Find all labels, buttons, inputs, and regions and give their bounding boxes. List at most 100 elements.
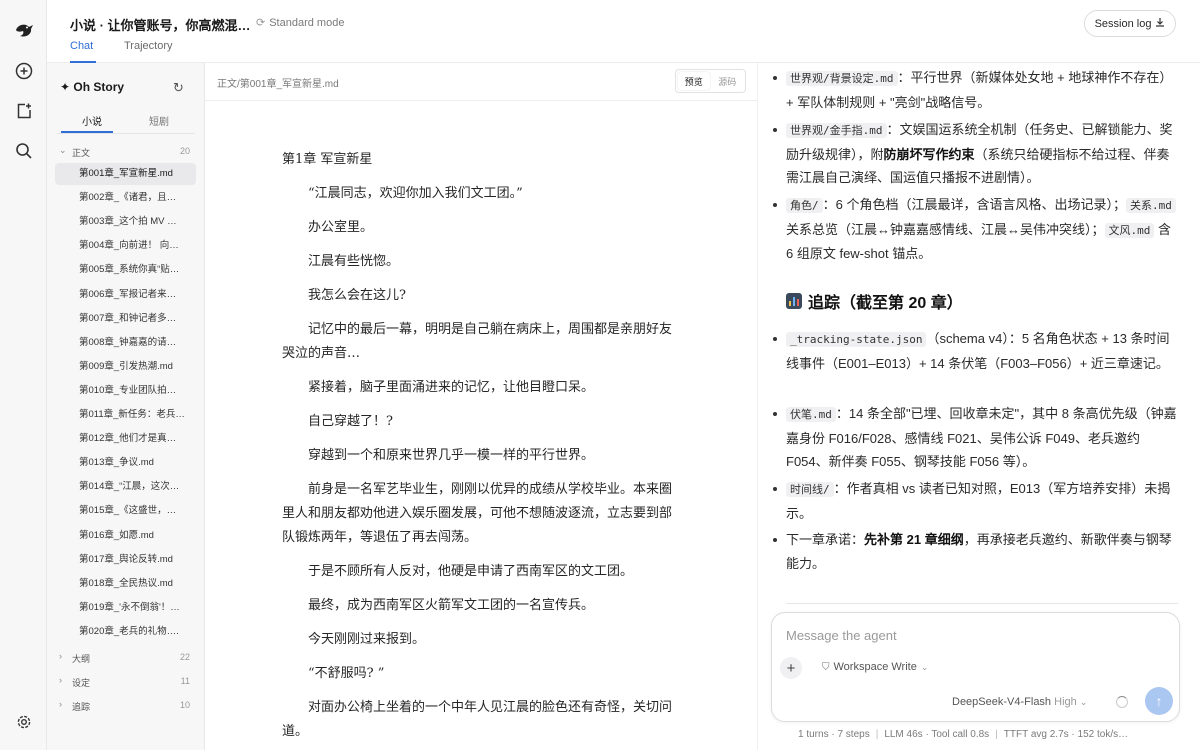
- list-item: 时间线/：作者真相 vs 读者已知对照，E013（军方培养安排）未揭示。: [773, 477, 1178, 525]
- folder-zhuizong[interactable]: › 追踪 10: [57, 697, 195, 715]
- file-item[interactable]: 第016章_如愿.md: [55, 525, 196, 547]
- file-item[interactable]: 第005章_系统你真“贴…: [55, 259, 196, 281]
- folder-name: 正文: [72, 148, 91, 158]
- top-header: 小说 · 让你管账号，你高燃混… ⟳ Standard mode Chat Tr…: [47, 0, 1200, 63]
- list-item: _tracking-state.json （schema v4）：5 名角色状态 …: [773, 327, 1178, 375]
- paragraph: 自己穿越了！?: [308, 414, 393, 429]
- file-item[interactable]: 第012章_他们才是真…: [55, 428, 196, 450]
- inline-code: 世界观/金手指.md: [786, 123, 887, 138]
- chapter-content: 第1章 军宣新星 “江晨同志，欢迎你加入我们文工团。” 办公室里。 江晨有些恍惚。我…: [282, 148, 672, 750]
- list-item: 世界观/背景设定.md ：平行世界（新媒体处女地 + 地球神作不存在）+ 军队体制…: [773, 66, 1178, 114]
- inline-code: 文风.md: [1104, 222, 1155, 238]
- file-item[interactable]: 第007章_和钟记者多…: [55, 308, 196, 330]
- subtab-novel[interactable]: 小说: [82, 113, 102, 128]
- folder-zhengwen[interactable]: ⌄ 正文 20: [57, 143, 195, 161]
- view-mode-toggle: 预览 源码: [675, 69, 746, 93]
- session-log-label: Session log: [1094, 17, 1152, 30]
- paragraph: 办公室里。: [308, 220, 374, 235]
- tab-chat[interactable]: Chat: [70, 40, 93, 52]
- file-item[interactable]: 第009章_引发热潮.md: [55, 356, 196, 378]
- source-toggle-button[interactable]: 源码: [712, 72, 744, 90]
- section-heading: 追踪（截至第 20 章）: [786, 289, 963, 313]
- paragraph: “不舒服吗? ”: [308, 666, 385, 681]
- folder-count: 10: [179, 700, 190, 710]
- chevron-down-icon: ⌄: [920, 661, 929, 672]
- paragraph: 前身是一名军艺毕业生，刚刚以优异的成绩从学校毕业。本来圈里人和朋友都劝他进入娱乐…: [282, 482, 673, 545]
- session-title: 小说 · 让你管账号，你高燃混…: [70, 18, 251, 33]
- paragraph: 穿越到一个和原来世界几乎一模一样的平行世界。: [308, 448, 595, 463]
- folder-dagang[interactable]: › 大纲 22: [57, 649, 195, 667]
- inline-code: 伏笔.md: [786, 407, 836, 422]
- file-item[interactable]: 第001章_军宣新星.md: [55, 163, 196, 185]
- stat-steps: 1 turns · 7 steps: [798, 729, 870, 740]
- session-log-button[interactable]: Session log: [1084, 10, 1176, 37]
- file-item[interactable]: 第002章_《诸君，且…: [55, 187, 196, 209]
- new-chat-icon[interactable]: [11, 58, 36, 83]
- paragraph: 于是不顾所有人反对，他硬是申请了西南军区的文工团。: [308, 564, 634, 579]
- stat-timing: LLM 46s · Tool call 0.8s: [884, 729, 990, 740]
- refresh-icon[interactable]: ↻: [173, 80, 184, 96]
- chapter-heading: 第1章 军宣新星: [282, 152, 373, 167]
- file-item[interactable]: 第011章_新任务：老兵…: [55, 404, 196, 426]
- file-item[interactable]: 第015章_《这盛世，…: [55, 500, 196, 522]
- workspace-permission-select[interactable]: ⛉ Workspace Write ⌄: [822, 661, 928, 673]
- message-input[interactable]: Message the agent: [786, 628, 897, 643]
- list-item-text: 关系总览（江晨↔钟嘉嘉感情线、江晨↔吴伟冲突线）；: [786, 221, 1105, 237]
- file-item[interactable]: 第003章_这个拍 MV …: [55, 211, 196, 233]
- inline-code: 关系.md: [1125, 198, 1176, 213]
- file-item[interactable]: 第008章_钟嘉嘉的请…: [55, 332, 196, 354]
- list-item-text: ：6 个角色档（江晨最详，含语言风格、出场记录）；: [822, 197, 1126, 212]
- add-attachment-button[interactable]: +: [780, 657, 802, 679]
- paragraph: “江晨同志，欢迎你加入我们文工团。”: [308, 186, 523, 201]
- add-file-icon[interactable]: [11, 98, 36, 123]
- document-preview-pane: 正文/第001章_军宣新星.md 预览 源码 第1章 军宣新星 “江晨同志，欢迎…: [205, 63, 758, 750]
- folder-name: 大纲: [72, 654, 91, 664]
- bird-logo-icon[interactable]: [11, 17, 36, 42]
- folder-name: 设定: [72, 678, 91, 688]
- search-icon[interactable]: [11, 138, 36, 163]
- tab-trajectory[interactable]: Trajectory: [124, 40, 173, 52]
- paragraph: 今天刚刚过来报到。: [308, 632, 426, 647]
- file-item[interactable]: 第004章_向前进！ 向…: [55, 235, 196, 257]
- app-window: 小说 · 让你管账号，你高燃混… ⟳ Standard mode Chat Tr…: [0, 0, 1200, 750]
- section-heading-text: 追踪（截至第 20 章）: [808, 295, 963, 312]
- file-item[interactable]: 第020章_老兵的礼物….: [55, 621, 196, 643]
- model-select[interactable]: DeepSeek-V4-Flash High ⌄: [952, 696, 1087, 708]
- subtab-short-drama[interactable]: 短剧: [149, 113, 169, 128]
- file-item[interactable]: 第010章_专业团队拍…: [55, 380, 196, 402]
- file-item[interactable]: 第006章_军报记者来…: [55, 284, 196, 306]
- inline-code: _tracking-state.json: [786, 332, 927, 347]
- message-composer: Message the agent + ⛉ Workspace Write ⌄ …: [771, 612, 1180, 722]
- icon-rail: [0, 0, 47, 750]
- file-item[interactable]: 第013章_争议.md: [55, 452, 196, 474]
- chevron-down-icon: ⌄: [1079, 697, 1088, 707]
- preview-toggle-button[interactable]: 预览: [678, 72, 710, 90]
- bold-text: 防崩坏写作约束: [883, 146, 975, 162]
- file-item[interactable]: 第014章_“江晨，这次…: [55, 476, 196, 498]
- file-item[interactable]: 第019章_'永不倒翁'！…: [55, 597, 196, 619]
- inline-code: 时间线/: [786, 482, 834, 497]
- mode-indicator: ⟳ Standard mode: [256, 16, 344, 30]
- inline-code: 角色/: [786, 198, 823, 213]
- folder-sheding[interactable]: › 设定 11: [57, 673, 195, 691]
- loading-spinner-icon: [1116, 696, 1128, 708]
- settings-gear-icon[interactable]: [11, 709, 36, 734]
- file-item[interactable]: 第017章_舆论反转.md: [55, 549, 196, 571]
- editor-divider: [205, 100, 758, 101]
- paragraph: 最终，成为西南军区火箭军文工团的一名宣传兵。: [308, 598, 595, 613]
- chat-pane: 世界观/背景设定.md ：平行世界（新媒体处女地 + 地球神作不存在）+ 军队体制…: [758, 63, 1200, 750]
- send-button[interactable]: ↑: [1145, 687, 1173, 715]
- folder-count: 20: [179, 146, 190, 156]
- file-item[interactable]: 第018章_全民热议.md: [55, 573, 196, 595]
- list-item: 伏笔.md ：14 条全部"已埋、回收章未定"，其中 8 条高优先级（钟嘉嘉身份 …: [773, 402, 1178, 474]
- workspace-label: Workspace Write: [833, 661, 917, 673]
- chevron-right-icon: ›: [59, 675, 62, 685]
- file-sidebar: ✦ Oh Story ↻ 小说 短剧 ⌄ 正文 20 第001章_军宣新星.md…: [47, 63, 205, 750]
- list-item-text: 下一章承诺：: [786, 532, 865, 547]
- inline-code: 世界观/背景设定.md: [786, 71, 898, 86]
- run-stats: 1 turns · 7 steps | LLM 46s · Tool call 0.…: [798, 729, 1129, 740]
- paragraph: 记忆中的最后一幕，明明是自己躺在病床上，周围都是亲朋好友哭泣的声音…: [282, 322, 673, 361]
- list-item: 下一章承诺：先补第 21 章细纲，再承接老兵邀约、新歌伴奏与钢琴能力。: [773, 528, 1178, 575]
- mode-icon: ⟳: [256, 17, 266, 29]
- bar-chart-icon: [786, 293, 802, 309]
